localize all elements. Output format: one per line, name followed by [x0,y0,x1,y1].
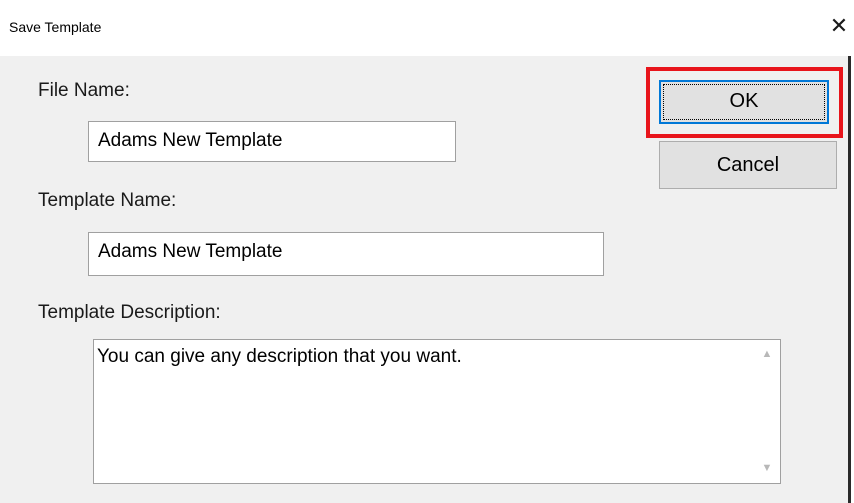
template-description-text: You can give any description that you wa… [97,346,462,367]
save-template-dialog: Save Template ✕ File Name: Adams New Tem… [0,0,851,503]
scroll-down-arrow-icon[interactable]: ▼ [760,462,774,474]
template-description-label: Template Description: [38,302,221,323]
cancel-button-label: Cancel [716,154,780,176]
template-description-textarea[interactable]: You can give any description that you wa… [93,339,781,484]
file-name-input[interactable]: Adams New Template [88,121,456,162]
scroll-up-arrow-icon[interactable]: ▲ [760,348,774,360]
file-name-label: File Name: [38,80,130,101]
ok-button-label: OK [729,90,759,112]
dialog-title: Save Template [9,19,102,35]
template-name-label: Template Name: [38,190,177,211]
close-icon[interactable]: ✕ [827,14,851,38]
title-bar: Save Template ✕ [0,0,851,56]
cancel-button[interactable]: Cancel [659,141,837,189]
ok-button[interactable]: OK [659,80,829,124]
template-name-input[interactable]: Adams New Template [88,232,604,276]
